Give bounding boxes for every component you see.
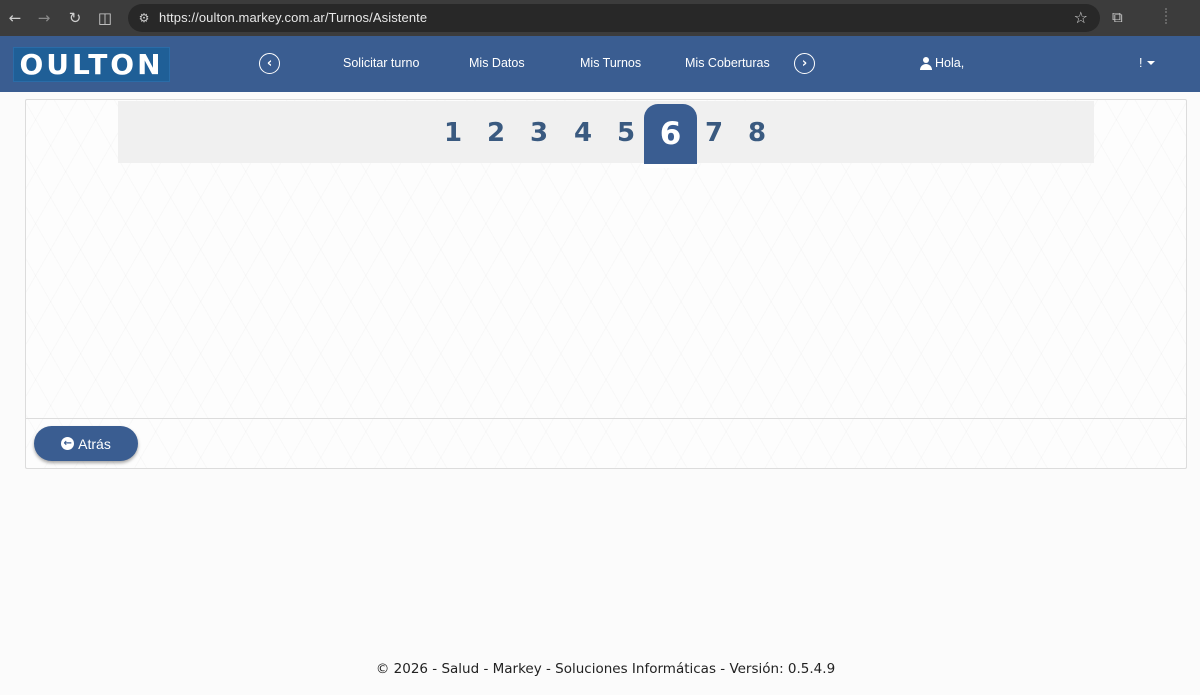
arrow-left-circle-icon: ← bbox=[61, 437, 75, 450]
menu-mis-datos[interactable]: Mis Datos bbox=[469, 56, 525, 70]
wizard-card: 1 2 3 4 5 6 7 8 ← Atrás bbox=[25, 99, 1187, 469]
step-6-label: 6 bbox=[659, 116, 682, 152]
logo[interactable]: OULTON bbox=[13, 47, 170, 82]
step-8[interactable]: 8 bbox=[748, 117, 766, 149]
step-3[interactable]: 3 bbox=[530, 117, 548, 149]
back-button-label: Atrás bbox=[78, 435, 111, 452]
back-button[interactable]: ← Atrás bbox=[34, 426, 138, 461]
back-arrow-icon[interactable]: ← bbox=[5, 8, 25, 28]
chevron-left-circle-icon[interactable]: ‹ bbox=[259, 53, 280, 74]
reload-icon[interactable]: ↻ bbox=[65, 8, 85, 28]
step-2[interactable]: 2 bbox=[487, 117, 505, 149]
menu-mis-turnos[interactable]: Mis Turnos bbox=[580, 56, 641, 70]
logo-text: OULTON bbox=[19, 48, 164, 81]
step-4[interactable]: 4 bbox=[574, 117, 592, 149]
page-footer: © 2026 - Salud - Markey - Soluciones Inf… bbox=[375, 661, 836, 677]
user-greeting: Hola, bbox=[920, 56, 964, 70]
chevron-right-circle-icon[interactable]: › bbox=[794, 53, 815, 74]
card-divider bbox=[26, 418, 1186, 419]
step-1[interactable]: 1 bbox=[444, 117, 462, 149]
app-header: OULTON ‹ Solicitar turno Mis Datos Mis T… bbox=[0, 36, 1200, 92]
user-menu-dropdown[interactable]: ! bbox=[1139, 56, 1156, 70]
greeting-text: Hola, bbox=[935, 56, 965, 70]
reader-mode-icon[interactable]: ◫ bbox=[95, 8, 115, 28]
step-6-active[interactable]: 6 bbox=[644, 104, 697, 164]
url-text[interactable]: https://oulton.markey.com.ar/Turnos/Asis… bbox=[159, 10, 427, 25]
address-bar[interactable]: ⚙ https://oulton.markey.com.ar/Turnos/As… bbox=[128, 4, 1100, 32]
browser-toolbar: ← → ↻ ◫ ⚙ https://oulton.markey.com.ar/T… bbox=[0, 0, 1200, 36]
menu-mis-coberturas[interactable]: Mis Coberturas bbox=[685, 56, 770, 70]
user-menu-label: ! bbox=[1139, 56, 1143, 70]
step-7[interactable]: 7 bbox=[705, 117, 723, 149]
menu-solicitar-turno[interactable]: Solicitar turno bbox=[343, 56, 419, 70]
star-icon[interactable]: ☆ bbox=[1074, 8, 1088, 27]
extensions-icon[interactable]: ⧉ bbox=[1112, 8, 1123, 26]
site-settings-icon[interactable]: ⚙ bbox=[136, 10, 152, 26]
step-5[interactable]: 5 bbox=[617, 117, 635, 149]
browser-menu-icon[interactable] bbox=[1165, 8, 1169, 24]
forward-arrow-icon[interactable]: → bbox=[34, 8, 54, 28]
user-icon bbox=[920, 56, 932, 70]
active-step-indicator bbox=[644, 164, 697, 168]
steps-bar: 1 2 3 4 5 6 7 8 bbox=[118, 101, 1094, 168]
caret-down-icon bbox=[1147, 61, 1156, 65]
